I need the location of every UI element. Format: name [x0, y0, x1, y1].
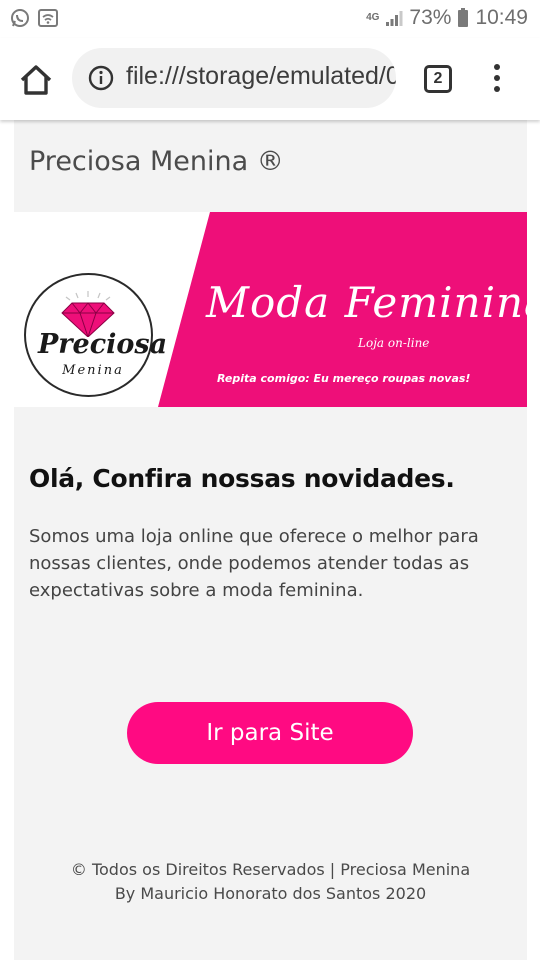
menu-dot	[494, 86, 500, 92]
content-card: Preciosa Menina ® Preciosa Menina Moda F…	[14, 120, 527, 960]
status-left-icons	[10, 8, 58, 28]
logo-wordmark: Preciosa	[38, 329, 168, 360]
menu-dot	[494, 75, 500, 81]
status-right: 4G 73% 10:49	[366, 6, 528, 30]
web-page: Preciosa Menina ® Preciosa Menina Moda F…	[0, 120, 540, 960]
banner-tagline: Repita comigo: Eu mereço roupas novas!	[217, 372, 471, 385]
menu-dot	[494, 64, 500, 70]
clock: 10:49	[475, 6, 528, 29]
battery-percent: 73%	[409, 6, 452, 29]
intro-paragraph: Somos uma loja online que oferece o melh…	[29, 526, 479, 601]
footer-credit: By Mauricio Honorato dos Santos 2020	[114, 884, 427, 903]
url-text[interactable]: file:///storage/emulated/0/	[126, 62, 396, 91]
greeting-heading: Olá, Confira nossas novidades.	[29, 464, 455, 493]
tab-switcher-button[interactable]: 2	[424, 65, 452, 93]
signal-icon	[386, 11, 403, 26]
banner-subheadline: Loja on-line	[358, 336, 430, 350]
logo: Preciosa Menina	[24, 273, 168, 397]
address-bar[interactable]: file:///storage/emulated/0/	[72, 48, 396, 108]
site-title: Preciosa Menina ®	[29, 146, 284, 177]
wifi-box-icon	[38, 9, 58, 27]
status-bar: 4G 73% 10:49	[0, 0, 540, 38]
footer: © Todos os Direitos Reservados | Precios…	[14, 858, 527, 906]
home-icon[interactable]	[18, 62, 54, 98]
logo-subtitle: Menina	[62, 363, 124, 378]
battery-icon	[458, 8, 469, 27]
whatsapp-icon	[11, 9, 29, 27]
info-icon[interactable]	[88, 65, 114, 91]
browser-toolbar: file:///storage/emulated/0/ 2	[0, 38, 540, 120]
banner-headline: Moda Feminina	[206, 278, 527, 327]
hero-banner: Preciosa Menina Moda Feminina Loja on-li…	[14, 212, 527, 407]
footer-copyright: © Todos os Direitos Reservados | Precios…	[70, 860, 471, 879]
network-type: 4G	[366, 12, 380, 23]
overflow-menu-icon[interactable]	[490, 64, 504, 94]
go-to-site-button[interactable]: Ir para Site	[127, 702, 413, 764]
